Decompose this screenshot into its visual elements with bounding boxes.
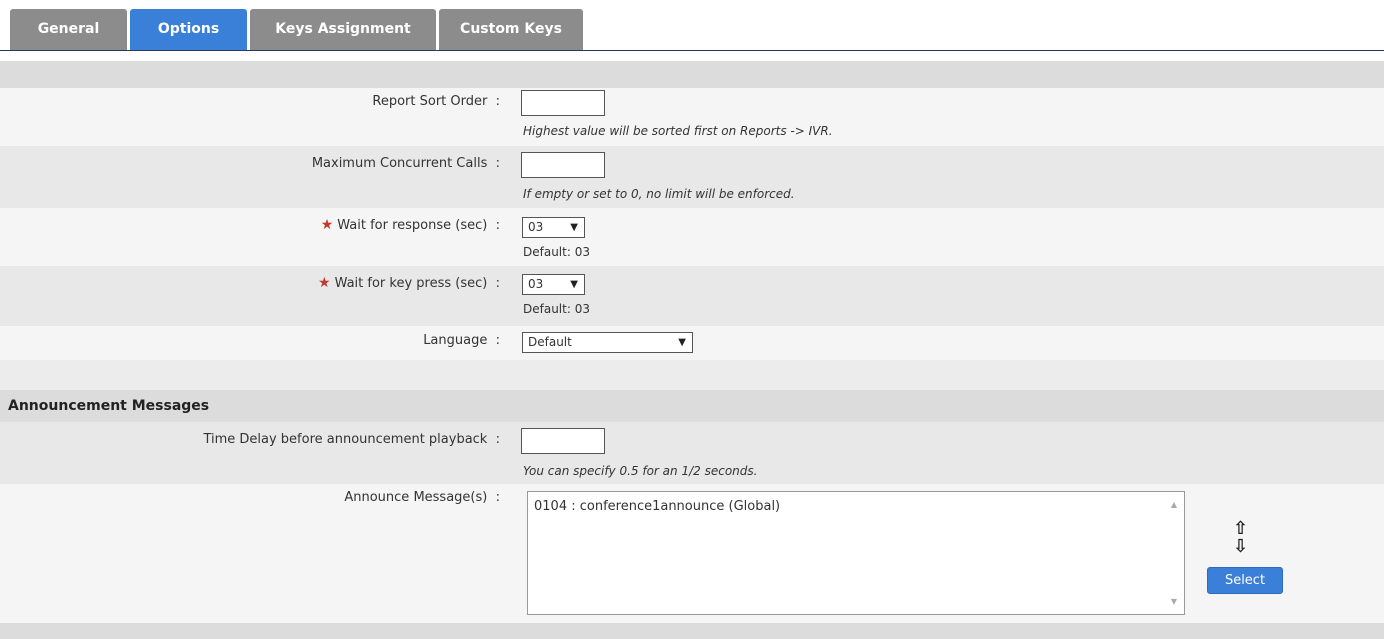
footer-band: [0, 623, 1384, 639]
dropdown-arrow-icon: ▼: [570, 279, 578, 290]
scroll-up-icon[interactable]: ▲: [1171, 500, 1177, 509]
tab-options[interactable]: Options: [130, 9, 247, 51]
wait-for-response-default: Default: 03: [523, 245, 590, 259]
tab-divider: [0, 50, 1384, 51]
header-band: [0, 61, 1384, 88]
report-sort-order-label: Report Sort Order :: [372, 94, 500, 109]
announce-messages-label: Announce Message(s) :: [344, 490, 500, 505]
spacer-row: [0, 360, 1384, 390]
row-language: Language : Default ▼: [0, 326, 1384, 360]
down-arrow-icon[interactable]: ⇩: [1233, 538, 1248, 556]
wait-for-response-select[interactable]: 03 ▼: [522, 217, 585, 238]
required-icon: ★: [320, 217, 334, 233]
language-label: Language :: [423, 333, 500, 348]
dropdown-arrow-icon: ▼: [570, 222, 578, 233]
time-delay-label: Time Delay before announcement playback …: [203, 432, 500, 447]
tab-keys-assignment[interactable]: Keys Assignment: [250, 9, 436, 51]
select-button[interactable]: Select: [1207, 567, 1283, 594]
row-time-delay: Time Delay before announcement playback …: [0, 422, 1384, 484]
tab-custom-keys[interactable]: Custom Keys: [439, 9, 583, 51]
row-report-sort-order: Report Sort Order : Highest value will b…: [0, 88, 1384, 146]
max-concurrent-calls-label: Maximum Concurrent Calls :: [311, 156, 500, 171]
wait-for-key-press-default: Default: 03: [523, 302, 590, 316]
announce-messages-listbox[interactable]: 0104 : conference1announce (Global) ▲ ▼: [527, 491, 1185, 615]
language-select[interactable]: Default ▼: [522, 332, 693, 353]
list-item[interactable]: 0104 : conference1announce (Global): [534, 499, 780, 514]
required-icon: ★: [318, 275, 331, 291]
dropdown-arrow-icon: ▼: [678, 337, 686, 348]
row-wait-for-response: ★ Wait for response (sec) : 03 ▼ Default: …: [0, 208, 1384, 266]
scroll-down-icon[interactable]: ▼: [1171, 597, 1177, 606]
report-sort-order-hint: Highest value will be sorted first on Re…: [523, 124, 833, 138]
row-max-concurrent-calls: Maximum Concurrent Calls : If empty or s…: [0, 146, 1384, 208]
time-delay-hint: You can specify 0.5 for an 1/2 seconds.: [523, 464, 758, 478]
announcement-section-title: Announcement Messages: [8, 398, 210, 414]
wait-for-response-label: ★ Wait for response (sec) :: [320, 217, 500, 233]
time-delay-input[interactable]: [521, 428, 605, 454]
wait-for-key-press-label: ★ Wait for key press (sec) :: [318, 275, 500, 291]
row-wait-for-key-press: ★ Wait for key press (sec) : 03 ▼ Default:…: [0, 266, 1384, 326]
report-sort-order-input[interactable]: [521, 90, 605, 116]
max-concurrent-calls-hint: If empty or set to 0, no limit will be e…: [523, 187, 795, 201]
tab-general[interactable]: General: [10, 9, 127, 51]
wait-for-key-press-select[interactable]: 03 ▼: [522, 274, 585, 295]
max-concurrent-calls-input[interactable]: [521, 152, 605, 178]
